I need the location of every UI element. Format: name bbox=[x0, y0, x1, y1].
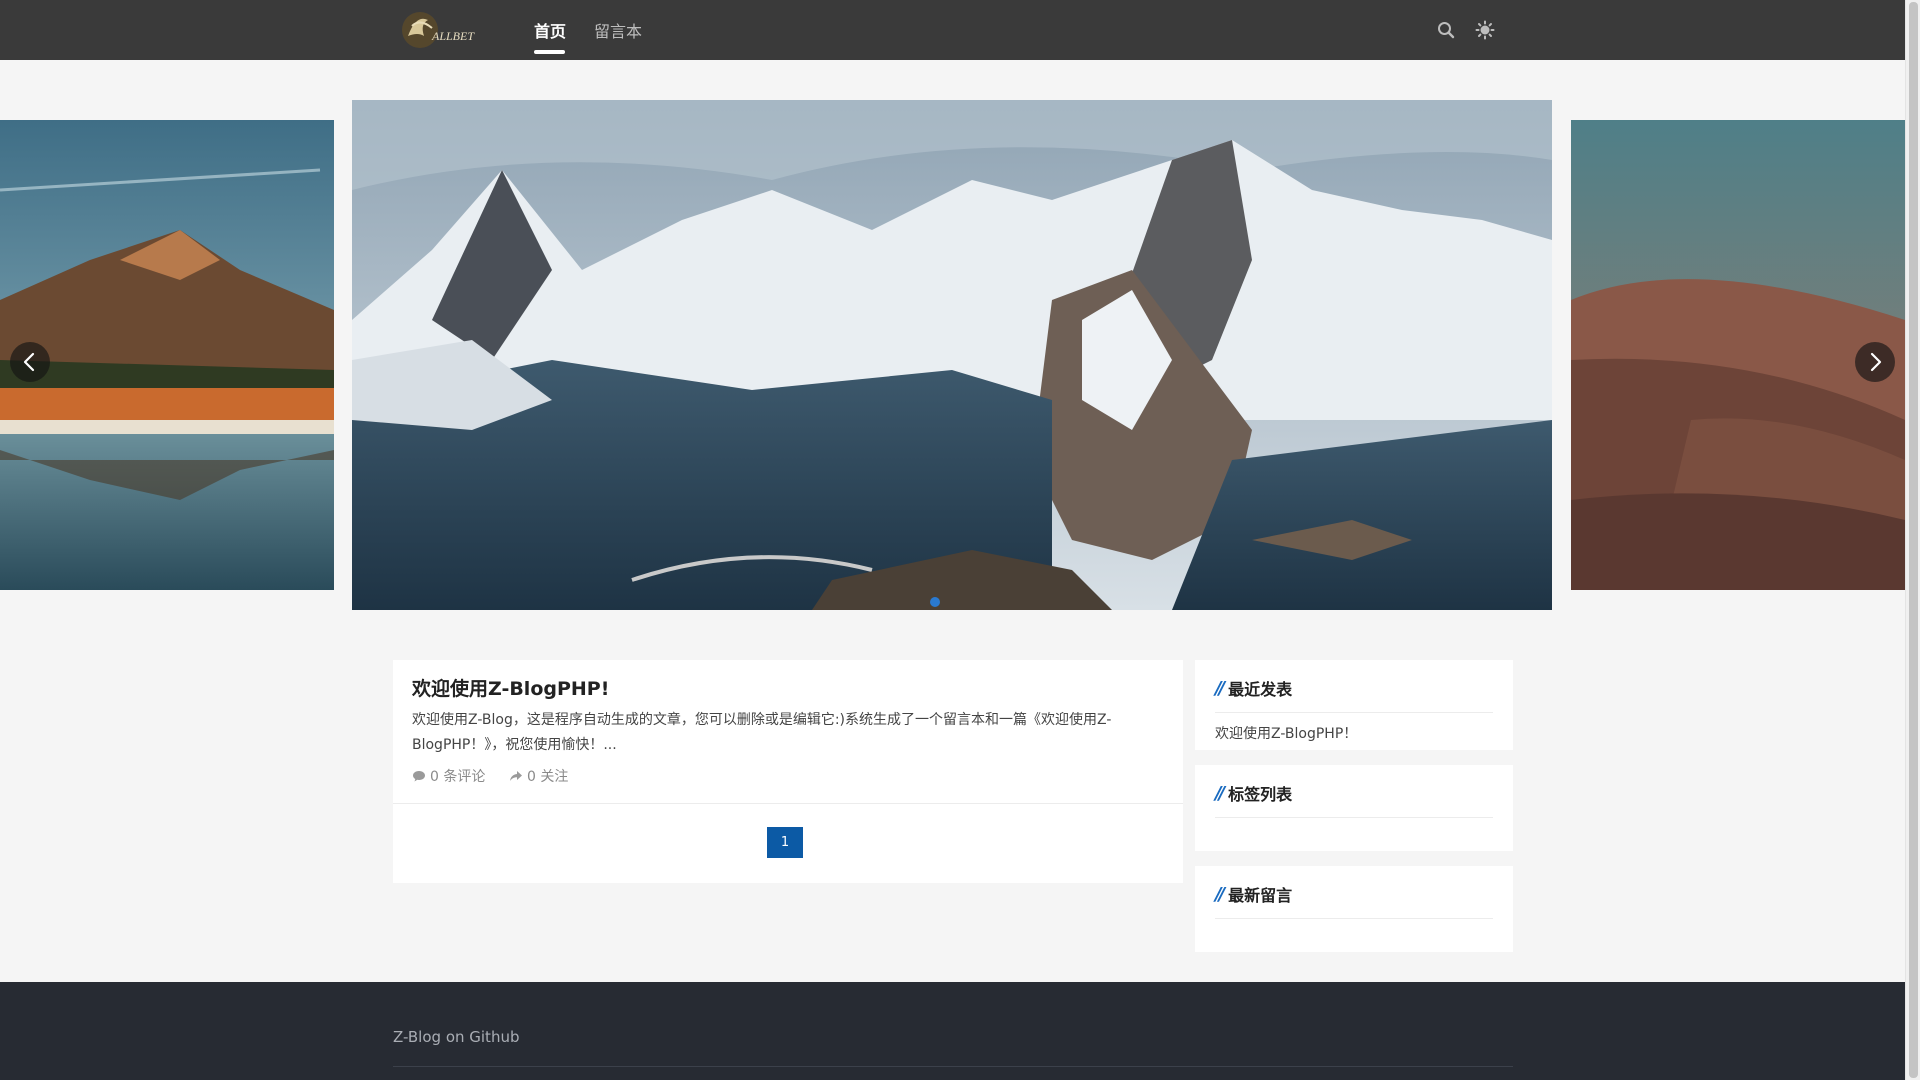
widget-latest-comments: // 最新留言 bbox=[1195, 866, 1513, 952]
vertical-scrollbar[interactable] bbox=[1905, 0, 1920, 1080]
sun-icon[interactable] bbox=[1475, 20, 1495, 40]
post-follow-link[interactable]: 0 关注 bbox=[509, 766, 568, 786]
search-icon[interactable] bbox=[1436, 20, 1456, 40]
chevron-right-icon bbox=[1870, 352, 1882, 372]
widget-marker-icon: // bbox=[1215, 883, 1225, 905]
post-comments-link[interactable]: 0 条评论 bbox=[412, 766, 485, 786]
post-excerpt: 欢迎使用Z-Blog，这是程序自动生成的文章，您可以删除或是编辑它:)系统生成了… bbox=[412, 712, 1112, 753]
comments-count: 0 条评论 bbox=[430, 769, 486, 785]
widget-divider bbox=[1215, 918, 1493, 919]
slide-snowy-mountain-fjord[interactable] bbox=[352, 100, 1552, 610]
pagination-page-1[interactable]: 1 bbox=[767, 827, 803, 858]
nav-guestbook[interactable]: 留言本 bbox=[594, 18, 642, 42]
recent-post-link[interactable]: 欢迎使用Z-BlogPHP！ bbox=[1215, 723, 1357, 743]
widget-recent-posts: // 最近发表 欢迎使用Z-BlogPHP！ bbox=[1195, 660, 1513, 750]
widget-marker-icon: // bbox=[1215, 677, 1225, 699]
widget-tags: // 标签列表 bbox=[1195, 765, 1513, 851]
chevron-left-icon bbox=[23, 352, 35, 372]
widget-divider bbox=[1215, 712, 1493, 713]
scrollbar-thumb[interactable] bbox=[1909, 2, 1918, 1078]
widget-title: 标签列表 bbox=[1228, 785, 1293, 804]
widget-title: 最近发表 bbox=[1228, 680, 1293, 699]
comment-icon bbox=[413, 771, 425, 782]
widget-divider bbox=[1215, 817, 1493, 818]
nav-home[interactable]: 首页 bbox=[534, 18, 566, 42]
slide-autumn-mountain-lake[interactable] bbox=[0, 120, 334, 590]
top-navbar: ALLBET 首页 留言本 bbox=[0, 0, 1905, 60]
follows-count: 0 关注 bbox=[527, 769, 569, 785]
share-icon bbox=[510, 771, 522, 781]
widget-title: 最新留言 bbox=[1228, 886, 1293, 905]
svg-text:ALLBET: ALLBET bbox=[431, 29, 475, 43]
footer-github-link[interactable]: Z-Blog on Github bbox=[393, 1028, 519, 1046]
slider-prev-button[interactable] bbox=[10, 342, 50, 382]
footer-divider bbox=[393, 1066, 1513, 1067]
site-footer: Z-Blog on Github bbox=[0, 982, 1905, 1080]
site-logo[interactable]: ALLBET bbox=[398, 6, 478, 54]
card-divider bbox=[393, 803, 1183, 804]
nav-active-indicator bbox=[534, 50, 565, 54]
slider-pagination-dot[interactable] bbox=[930, 597, 940, 607]
widget-marker-icon: // bbox=[1215, 782, 1225, 804]
post-title[interactable]: 欢迎使用Z-BlogPHP! bbox=[412, 674, 609, 701]
slider-next-button[interactable] bbox=[1855, 342, 1895, 382]
post-card: 欢迎使用Z-BlogPHP! 欢迎使用Z-Blog，这是程序自动生成的文章，您可… bbox=[393, 660, 1183, 883]
